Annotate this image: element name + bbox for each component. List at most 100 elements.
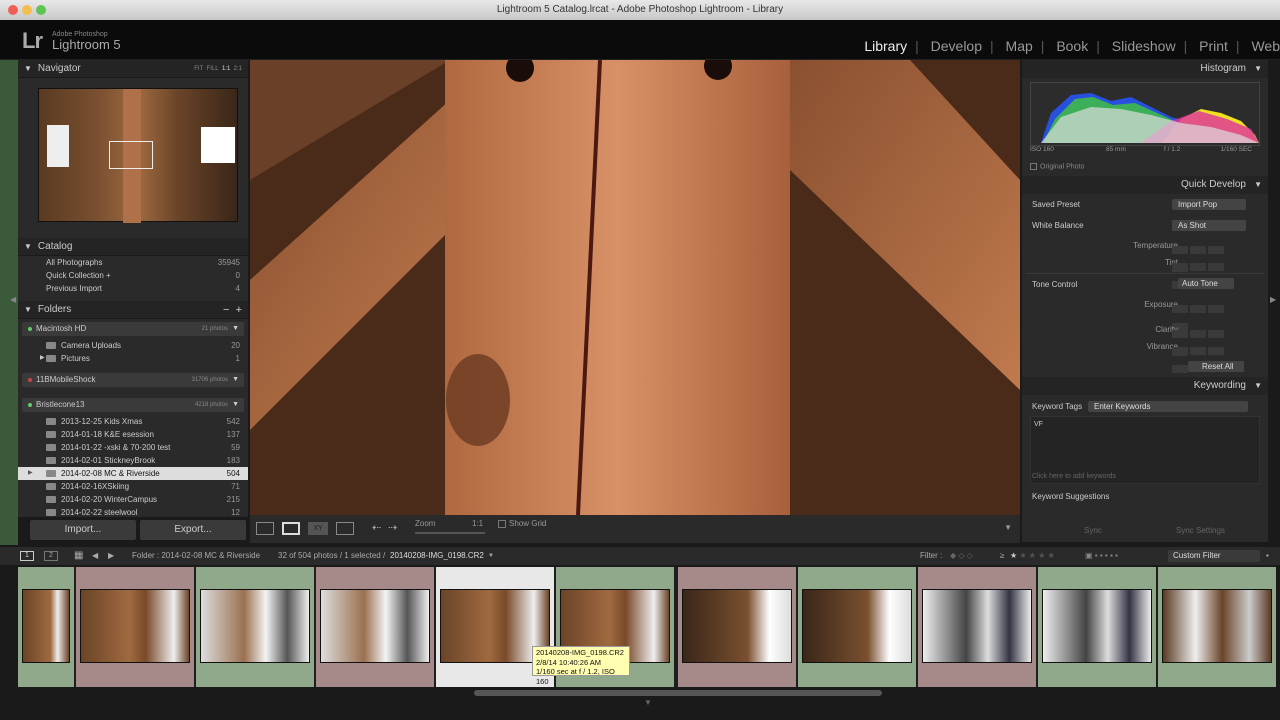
filmstrip-cell[interactable]	[1038, 567, 1156, 687]
filmstrip-cell[interactable]	[918, 567, 1036, 687]
loupe-image[interactable]	[250, 60, 1020, 515]
folder-item[interactable]: 2014-01-18 K&E esession 137	[18, 428, 248, 441]
grid-icon[interactable]: ▦	[74, 547, 83, 565]
zoom-window-button[interactable]	[36, 5, 46, 15]
vibrance-stepper[interactable]	[1172, 342, 1242, 373]
histogram-graph[interactable]	[1030, 82, 1260, 146]
folder-item[interactable]: 2014-02-01 StickneyBrook 183	[18, 454, 248, 467]
reset-all-button[interactable]: Reset All	[1188, 361, 1244, 372]
show-bottom-panel-icon[interactable]: ▼	[644, 698, 652, 707]
next-arrow-icon[interactable]: ⇢	[388, 521, 397, 534]
sync-settings-button[interactable]: Sync Settings	[1176, 526, 1225, 535]
page-2-button[interactable]: 2	[44, 551, 58, 561]
zoom-slider[interactable]	[415, 532, 485, 534]
clarity-label: Clarity	[1155, 325, 1178, 334]
loupe-view-icon[interactable]	[282, 522, 300, 535]
module-web[interactable]: Web	[1251, 38, 1280, 54]
module-print[interactable]: Print	[1199, 38, 1228, 54]
folder-camera-uploads[interactable]: Camera Uploads 20	[18, 339, 248, 352]
catalog-item-previous-import[interactable]: Previous Import 4	[18, 282, 248, 295]
page-1-button[interactable]: 1	[20, 551, 34, 561]
keyword-suggestions-label[interactable]: Keyword Suggestions	[1032, 492, 1109, 501]
close-window-button[interactable]	[8, 5, 18, 15]
filmstrip-scrollbar[interactable]	[474, 690, 882, 696]
grid-view-icon[interactable]	[256, 522, 274, 535]
minimize-window-button[interactable]	[22, 5, 32, 15]
navigator-zoom-modes[interactable]: FIT FILL 1:1 2:1	[194, 60, 242, 78]
filmstrip-cell[interactable]	[678, 567, 796, 687]
import-button[interactable]: Import...	[30, 520, 136, 540]
volume-11bmobileshock[interactable]: 11BMobileShock 31706 photos ▼	[22, 373, 244, 387]
color-label-filter-icons[interactable]: ▣ ▪ ▪ ▪ ▪ ▪	[1085, 547, 1118, 565]
white-balance-select[interactable]: As Shot	[1172, 220, 1246, 231]
back-arrow-icon[interactable]: ◀	[92, 547, 98, 565]
folders-header[interactable]: ▼ Folders − +	[18, 301, 248, 319]
navigator-header[interactable]: ▼ Navigator FIT FILL 1:1 2:1	[18, 60, 248, 78]
keywording-header[interactable]: Keywording ▼	[1022, 377, 1268, 395]
filter-lock-icon[interactable]: ▪	[1266, 547, 1269, 565]
folder-item[interactable]: 2014-01-22 -xski & 70-200 test 59	[18, 441, 248, 454]
export-button[interactable]: Export...	[140, 520, 246, 540]
show-grid-checkbox[interactable]	[498, 520, 506, 528]
original-photo-toggle[interactable]: Original Photo	[1030, 163, 1084, 170]
module-slideshow[interactable]: Slideshow	[1112, 38, 1176, 54]
saved-preset-select[interactable]: Import Pop	[1172, 199, 1246, 210]
right-panel-toggle-icon[interactable]: ▶	[1270, 295, 1276, 304]
expand-triangle-icon[interactable]: ▶	[40, 352, 45, 365]
sync-button[interactable]: Sync	[1084, 526, 1102, 535]
filmstrip-cell[interactable]	[1158, 567, 1276, 687]
folder-item-selected[interactable]: ▶ 2014-02-08 MC & Riverside 504	[18, 467, 248, 480]
navigator-zoom-rect[interactable]	[109, 141, 153, 169]
expand-triangle-icon[interactable]: ▶	[28, 467, 33, 480]
module-library[interactable]: Library	[864, 38, 907, 54]
folder-item[interactable]: 2013-12-25 Kids Xmas 542	[18, 415, 248, 428]
folder-item[interactable]: 2014-02-20 WinterCampus 215	[18, 493, 248, 506]
left-panel-toggle-icon[interactable]: ◀	[10, 295, 16, 304]
toolbar-menu-icon[interactable]: ▼	[1004, 523, 1012, 532]
volume-menu-icon[interactable]: ▼	[232, 373, 239, 387]
module-develop[interactable]: Develop	[931, 38, 982, 54]
collapse-triangle-icon: ▼	[24, 305, 32, 314]
volume-menu-icon[interactable]: ▼	[232, 322, 239, 336]
survey-view-icon[interactable]	[336, 522, 354, 535]
filmstrip-cell[interactable]	[18, 567, 74, 687]
clarity-stepper[interactable]	[1172, 325, 1242, 356]
histogram-header[interactable]: Histogram ▼	[1022, 60, 1268, 78]
previous-arrow-icon[interactable]: ⇠	[372, 521, 381, 534]
navigator-preview[interactable]	[38, 88, 238, 223]
filename-dropdown-icon[interactable]: ▼	[488, 547, 494, 565]
volume-macintosh-hd[interactable]: Macintosh HD 21 photos ▼	[22, 322, 244, 336]
tint-label: Tint	[1058, 258, 1178, 267]
volume-menu-icon[interactable]: ▼	[232, 398, 239, 412]
volume-bristlecone13[interactable]: Bristlecone13 4218 photos ▼	[22, 398, 244, 412]
folder-item[interactable]: 2014-02-22 steelwool 12	[18, 506, 248, 519]
forward-arrow-icon[interactable]: ▶	[108, 547, 114, 565]
catalog-item-all-photographs[interactable]: All Photographs 35945	[18, 256, 248, 269]
keyword-tags-select[interactable]: Enter Keywords	[1088, 401, 1248, 412]
selected-filename[interactable]: 20140208-IMG_0198.CR2	[390, 547, 484, 565]
filmstrip-cell[interactable]	[196, 567, 314, 687]
add-folder-icon[interactable]: − +	[223, 301, 242, 319]
module-book[interactable]: Book	[1056, 38, 1088, 54]
thumbnail	[320, 589, 430, 663]
filmstrip-cell[interactable]	[316, 567, 434, 687]
rating-star-icons[interactable]: ★ ★ ★ ★ ★	[1010, 547, 1055, 565]
temperature-stepper[interactable]	[1172, 241, 1242, 272]
folder-item[interactable]: 2014-02-16XSkiing 71	[18, 480, 248, 493]
exposure-stepper[interactable]	[1172, 300, 1242, 331]
zoom-label: Zoom	[415, 519, 436, 528]
keywords-placeholder[interactable]: Click here to add keywords	[1032, 473, 1116, 480]
tint-stepper[interactable]	[1172, 258, 1242, 289]
module-map[interactable]: Map	[1006, 38, 1033, 54]
flag-filter-icons[interactable]: ◆ ◇ ◇	[950, 547, 973, 565]
filmstrip-cell[interactable]	[798, 567, 916, 687]
compare-view-icon[interactable]: XY	[308, 522, 328, 535]
rating-operator[interactable]: ≥	[1000, 547, 1004, 565]
filmstrip-cell[interactable]	[76, 567, 194, 687]
folder-pictures[interactable]: ▶ Pictures 1	[18, 352, 248, 365]
catalog-item-quick-collection[interactable]: Quick Collection +0	[18, 269, 248, 282]
catalog-header[interactable]: ▼ Catalog	[18, 238, 248, 256]
auto-tone-button[interactable]: Auto Tone	[1178, 278, 1234, 289]
quick-develop-header[interactable]: Quick Develop ▼	[1022, 176, 1268, 194]
custom-filter-select[interactable]: Custom Filter	[1168, 550, 1260, 562]
